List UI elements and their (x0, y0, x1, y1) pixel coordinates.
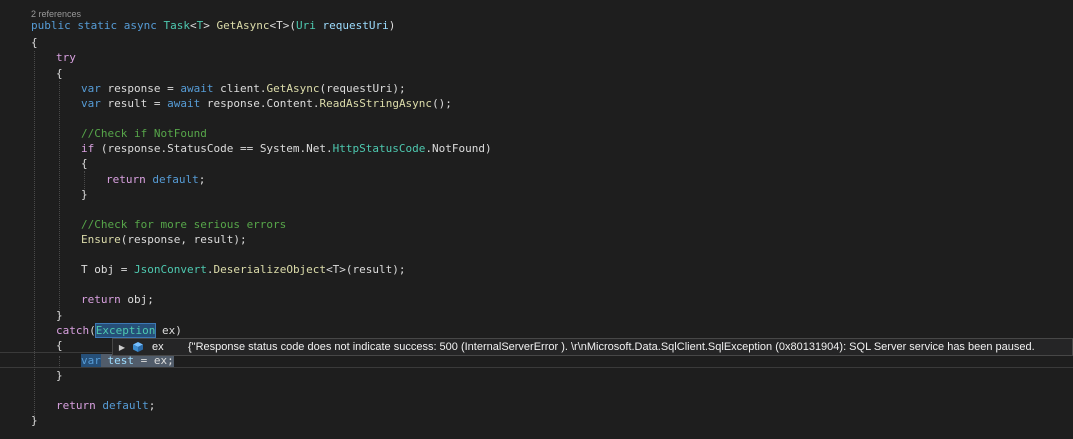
code-line-catch: catch(Exception ex) (56, 323, 182, 338)
token-punct: ; (148, 399, 156, 412)
indent-guide (59, 81, 60, 314)
code-line-return-obj: return obj; (81, 292, 154, 307)
code-line-result: var result = await response.Content.Read… (81, 96, 452, 111)
token-ident: obj; (120, 293, 154, 306)
token-type: JsonConvert (133, 263, 207, 276)
token-control: return (106, 173, 146, 186)
token-ident: T obj = (81, 263, 134, 276)
code-editor[interactable]: 2 references public static async Task<T>… (0, 0, 1073, 439)
token-punct: (response, result); (120, 233, 247, 246)
code-line-deserialize: T obj = JsonConvert.DeserializeObject<T>… (81, 262, 406, 277)
code-line-brace: { (31, 36, 38, 49)
token-ident: client (220, 82, 260, 95)
token-punct: < (190, 19, 197, 32)
token-punct: <T> (269, 19, 290, 32)
token-punct: ; (198, 173, 206, 186)
token-punct: ( (289, 19, 296, 32)
code-line-try: try (56, 50, 76, 65)
token-method: ReadAsStringAsync (319, 97, 433, 110)
debugger-datatip[interactable]: ▶ ex {"Response status code does not ind… (112, 338, 1073, 356)
token-control: try (56, 51, 76, 64)
token-method: GetAsync (266, 82, 320, 95)
token-type: Task (163, 19, 191, 32)
code-line-response: var response = await client.GetAsync(req… (81, 81, 406, 96)
token-ident: response (107, 82, 161, 95)
token-keyword: var (81, 82, 101, 95)
token-punct: ) (388, 19, 396, 32)
code-line-signature: public static async Task<T> GetAsync<T>(… (31, 18, 395, 33)
token-punct: > (203, 19, 210, 32)
token-punct: ( (89, 324, 96, 337)
code-line-brace: { (56, 67, 63, 80)
token-punct: (); (432, 97, 452, 110)
indent-guide (34, 51, 35, 416)
token-keyword: static (77, 19, 118, 32)
datatip-variable-name: ex (152, 341, 164, 353)
token-type-highlighted[interactable]: Exception (94, 323, 157, 338)
token-ident: (response.StatusCode == System.Net. (94, 142, 333, 155)
code-comment: //Check for more serious errors (81, 218, 287, 231)
code-line-brace: } (56, 369, 63, 382)
token-type: Uri (295, 19, 316, 32)
token-punct: = (147, 97, 168, 110)
token-ident: .NotFound) (425, 142, 492, 155)
token-param: requestUri (322, 19, 389, 32)
token-punct: = (160, 82, 181, 95)
code-line-brace: { (56, 339, 63, 352)
token-control: catch (56, 324, 90, 337)
token-method: GetAsync (216, 19, 270, 32)
token-method: DeserializeObject (213, 263, 327, 276)
token-ident: result (107, 97, 148, 110)
code-line-brace: { (81, 157, 88, 170)
indent-guide (59, 356, 60, 368)
code-line-brace: } (31, 414, 38, 427)
code-line-return-default: return default; (106, 172, 205, 187)
token-method: Ensure (81, 233, 121, 246)
token-keyword: async (123, 19, 157, 32)
code-line-return-default: return default; (56, 398, 155, 413)
token-keyword-highlighted[interactable]: var (81, 354, 101, 367)
token-keyword: await (167, 97, 201, 110)
token-keyword: default (152, 173, 199, 186)
code-comment: //Check if NotFound (81, 127, 207, 140)
expand-triangle-icon[interactable]: ▶ (115, 343, 129, 352)
code-line-brace: } (56, 309, 63, 322)
token-keyword: public (31, 19, 71, 32)
field-cube-icon (133, 342, 143, 352)
token-keyword: var (81, 97, 101, 110)
code-line-ensure: Ensure(response, result); (81, 232, 247, 247)
token-control: return (81, 293, 121, 306)
token-keyword: default (102, 399, 149, 412)
token-punct: <T>(result); (326, 263, 406, 276)
token-type: HttpStatusCode (332, 142, 426, 155)
token-punct: (requestUri); (319, 82, 406, 95)
token-ident: response.Content. (206, 97, 320, 110)
token-control: if (81, 142, 95, 155)
token-control: return (56, 399, 96, 412)
datatip-variable-value[interactable]: {"Response status code does not indicate… (188, 341, 1035, 353)
code-line-if: if (response.StatusCode == System.Net.Ht… (81, 141, 492, 156)
token-keyword: await (180, 82, 214, 95)
token-ident: ex) (155, 324, 182, 337)
code-line-brace: } (81, 188, 88, 201)
